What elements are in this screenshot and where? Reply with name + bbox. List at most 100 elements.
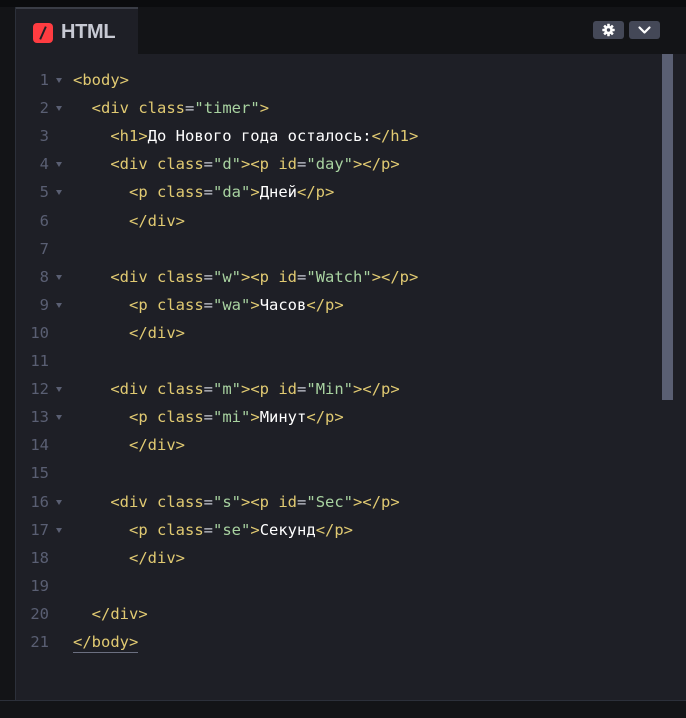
code-token-text: Минут — [259, 408, 307, 427]
code-token-val: "w" — [213, 267, 242, 286]
fold-arrow-icon[interactable] — [56, 190, 62, 196]
code-token-tag: </div> — [91, 604, 148, 623]
code-token-val: "d" — [213, 155, 242, 174]
code-line[interactable]: <p class="mi">Минут</p> — [73, 407, 344, 427]
top-strip — [0, 0, 686, 7]
collapse-button[interactable] — [629, 21, 660, 39]
code-line[interactable]: <p class="se">Секунд</p> — [73, 520, 353, 540]
code-token-attr: class — [157, 492, 204, 511]
code-token-ws — [73, 127, 110, 145]
code-line[interactable]: </div> — [73, 604, 148, 624]
code-token-tag: </div> — [129, 323, 185, 342]
code-token-eq: = — [203, 520, 214, 539]
code-token-eq: = — [203, 380, 214, 399]
code-token-tag: > — [250, 520, 260, 539]
code-token-ws — [73, 212, 129, 230]
fold-arrow-icon[interactable] — [56, 162, 62, 168]
code-token-eq: = — [203, 295, 214, 314]
code-token-val: "da" — [213, 183, 251, 202]
code-token-tag: </div> — [129, 548, 185, 567]
fold-arrow-icon[interactable] — [56, 499, 62, 505]
code-line[interactable]: </div> — [73, 323, 185, 343]
code-token-eq: = — [297, 267, 307, 286]
codepen-html-logo-icon — [33, 23, 53, 43]
code-token-attr: class — [157, 520, 204, 539]
codepen-editor-frame: HTML 1 2 3 4 5 6 7 8 9 10 11 12 13 14 15… — [0, 0, 686, 718]
code-token-tag: <div — [110, 155, 157, 174]
code-token-tag: ><p — [241, 155, 279, 174]
settings-button[interactable] — [593, 21, 624, 39]
fold-arrow-icon[interactable] — [56, 527, 62, 533]
code-token-tag: <p — [129, 183, 157, 202]
code-token-tag: <p — [129, 408, 157, 427]
code-line[interactable]: </div> — [73, 435, 185, 455]
fold-arrow-icon[interactable] — [56, 78, 62, 83]
line-number: 12 — [30, 380, 49, 399]
line-number: 3 — [39, 127, 49, 146]
code-line[interactable]: <div class="s"><p id="Sec"></p> — [73, 492, 399, 512]
code-token-tag: ></p> — [371, 267, 419, 286]
editor-header: HTML — [16, 7, 686, 54]
code-line[interactable]: <h1>До Нового года осталось:</h1> — [73, 126, 418, 146]
line-number-gutter: 1 2 3 4 5 6 7 8 9 10 11 12 13 14 15 16 17 18 19 20 21 — [16, 54, 71, 700]
code-token-val: "wa" — [213, 295, 251, 314]
code-token-ws — [73, 436, 129, 454]
code-line[interactable]: </div> — [73, 211, 185, 231]
code-token-tag: > — [259, 99, 270, 118]
code-token-attr: id — [278, 380, 298, 399]
code-line[interactable]: <body> — [73, 70, 129, 90]
code-token-attr: class — [157, 380, 204, 399]
code-token-text: Часов — [259, 295, 307, 314]
code-token-tag: </body> — [73, 633, 139, 651]
line-number: 19 — [30, 576, 49, 595]
bottom-strip — [0, 700, 686, 718]
code-line[interactable]: </div> — [73, 548, 185, 568]
code-token-attr: id — [278, 267, 298, 286]
line-number: 21 — [30, 633, 49, 651]
code-line[interactable]: <p class="wa">Часов</p> — [73, 295, 344, 315]
tab-title: HTML — [61, 21, 116, 43]
scrollbar-thumb[interactable] — [662, 54, 673, 400]
code-token-tag: <div — [110, 380, 157, 399]
code-line[interactable]: <div class="m"><p id="Min"></p> — [73, 379, 400, 399]
code-token-tag: ><p — [241, 492, 279, 511]
code-token-ws — [73, 605, 92, 623]
code-line[interactable]: <div class="timer"> — [73, 98, 269, 118]
fold-arrow-icon[interactable] — [56, 274, 62, 280]
code-line[interactable]: </body> — [73, 632, 139, 653]
code-token-val: "se" — [213, 520, 251, 539]
fold-arrow-icon[interactable] — [56, 302, 62, 308]
code-token-ws — [73, 549, 129, 567]
tab-html[interactable]: HTML — [16, 7, 138, 54]
code-token-ws — [73, 296, 129, 314]
code-token-tag: ></p> — [353, 380, 400, 399]
line-number: 2 — [39, 99, 49, 118]
code-token-val: "mi" — [213, 408, 251, 427]
line-number: 13 — [30, 408, 49, 427]
code-token-attr: class — [157, 408, 204, 427]
code-token-attr: class — [138, 99, 186, 118]
code-line[interactable]: <div class="w"><p id="Watch"></p> — [73, 267, 418, 287]
code-token-tag: <div — [110, 267, 157, 286]
code-token-text: До Нового года осталось: — [147, 127, 372, 146]
code-token-tag: > — [250, 183, 260, 202]
code-token-ws — [73, 155, 110, 173]
fold-arrow-icon[interactable] — [56, 106, 62, 112]
code-token-tag: <div — [110, 492, 157, 511]
code-area[interactable]: 1 2 3 4 5 6 7 8 9 10 11 12 13 14 15 16 17 18 19 20 21 <body>… — [16, 54, 686, 700]
code-token-attr: class — [157, 155, 204, 174]
code-token-ws — [73, 99, 92, 117]
code-token-eq: = — [203, 408, 214, 427]
code-token-eq: = — [297, 492, 307, 511]
html-editor-panel: HTML 1 2 3 4 5 6 7 8 9 10 11 12 13 14 15… — [15, 7, 686, 700]
code-line[interactable]: <p class="da">Дней</p> — [73, 182, 334, 202]
line-number: 14 — [30, 436, 49, 455]
code-token-tag: </div> — [129, 436, 185, 455]
code-token-tag: </p> — [306, 295, 344, 314]
code-token-tag: </h1> — [371, 127, 419, 146]
code-token-val: "day" — [306, 155, 354, 174]
line-number: 7 — [39, 239, 49, 258]
code-line[interactable]: <div class="d"><p id="day"></p> — [73, 154, 399, 174]
fold-arrow-icon[interactable] — [56, 387, 62, 393]
fold-arrow-icon[interactable] — [56, 415, 62, 421]
